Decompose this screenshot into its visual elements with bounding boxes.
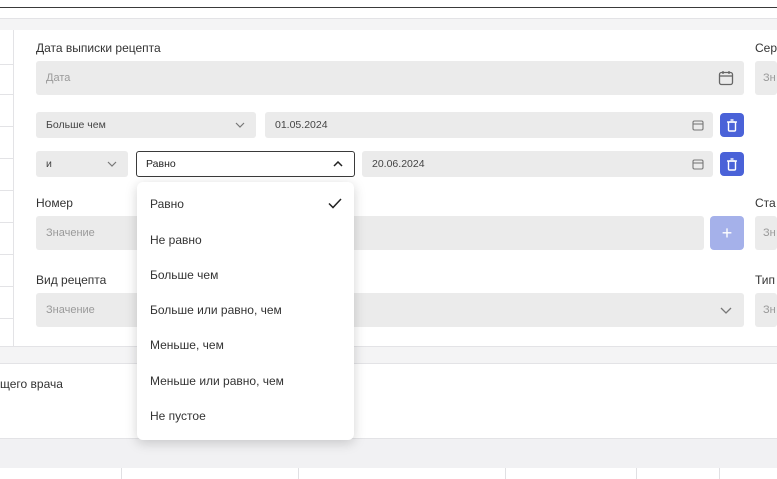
option-label: Равно	[150, 197, 184, 211]
recipe-type-label: Вид рецепта	[36, 273, 107, 287]
chevron-down-icon	[719, 303, 733, 317]
divider	[0, 158, 14, 159]
issue-date-input[interactable]: Дата	[36, 61, 744, 95]
divider	[0, 254, 14, 255]
trash-icon	[727, 118, 737, 132]
delete-condition-button[interactable]	[720, 152, 744, 176]
status-input[interactable]: Зн	[755, 216, 777, 250]
chevron-up-icon	[332, 158, 344, 170]
column-divider	[298, 468, 299, 479]
date-input-1[interactable]: 01.05.2024	[265, 112, 713, 138]
check-icon	[328, 198, 342, 212]
dropdown-option-not-empty[interactable]: Не пустое	[137, 399, 354, 433]
section-separator	[0, 346, 777, 364]
calendar-icon[interactable]	[717, 69, 735, 87]
divider	[0, 318, 14, 319]
delete-condition-button[interactable]	[720, 113, 744, 137]
logic-value: и	[46, 158, 52, 170]
trash-icon	[727, 157, 737, 171]
series-value: Зн	[763, 72, 776, 84]
operator-select-2[interactable]: Равно	[136, 151, 355, 177]
operator-dropdown: Равно Не равно Больше чем Больше или рав…	[137, 182, 354, 440]
column-divider	[719, 468, 720, 479]
issue-date-placeholder: Дата	[46, 72, 71, 84]
column-divider	[505, 468, 506, 479]
series-label: Сер	[755, 41, 777, 55]
series-input[interactable]: Зн	[755, 61, 777, 95]
dropdown-option-equal[interactable]: Равно	[137, 187, 354, 221]
number-placeholder: Значение	[46, 227, 95, 239]
divider	[0, 286, 14, 287]
operator-select-1[interactable]: Больше чем	[36, 112, 256, 138]
number-label: Номер	[36, 196, 73, 210]
chevron-down-icon	[234, 119, 246, 131]
add-button[interactable]: +	[710, 216, 744, 250]
divider	[0, 126, 14, 127]
operator-value-2: Равно	[146, 158, 176, 170]
calendar-icon[interactable]	[691, 118, 705, 132]
tip-value: Зн	[763, 304, 776, 316]
divider	[0, 94, 14, 95]
dropdown-option-less-equal[interactable]: Меньше или равно, чем	[137, 364, 354, 398]
option-label: Не равно	[150, 233, 202, 247]
divider	[0, 190, 14, 191]
divider	[0, 64, 14, 65]
recipe-type-placeholder: Значение	[46, 304, 95, 316]
option-label: Больше или равно, чем	[150, 303, 282, 317]
issue-date-label: Дата выписки рецепта	[36, 41, 161, 55]
dropdown-option-greater-equal[interactable]: Больше или равно, чем	[137, 293, 354, 327]
option-label: Меньше, чем	[150, 338, 224, 352]
tip-input[interactable]: Зн	[755, 293, 777, 327]
left-column	[0, 30, 14, 346]
divider	[0, 222, 14, 223]
operator-value-1: Больше чем	[46, 119, 106, 131]
tip-label: Тип	[755, 273, 776, 287]
dropdown-option-not-equal[interactable]: Не равно	[137, 223, 354, 257]
option-label: Меньше или равно, чем	[150, 374, 284, 388]
column-divider	[121, 468, 122, 479]
doctor-label: щего врача	[0, 377, 63, 391]
dropdown-option-less[interactable]: Меньше, чем	[137, 328, 354, 362]
header-band	[0, 18, 777, 30]
date-value-1: 01.05.2024	[275, 119, 328, 131]
table-header	[0, 438, 777, 468]
status-value: Зн	[763, 227, 776, 239]
status-label: Ста	[755, 196, 776, 210]
top-bar	[0, 0, 777, 8]
chevron-down-icon	[106, 158, 118, 170]
date-input-2[interactable]: 20.06.2024	[362, 151, 713, 177]
dropdown-option-greater[interactable]: Больше чем	[137, 258, 354, 292]
date-value-2: 20.06.2024	[372, 158, 425, 170]
column-divider	[636, 468, 637, 479]
option-label: Больше чем	[150, 268, 219, 282]
calendar-icon[interactable]	[691, 157, 705, 171]
option-label: Не пустое	[150, 409, 206, 423]
